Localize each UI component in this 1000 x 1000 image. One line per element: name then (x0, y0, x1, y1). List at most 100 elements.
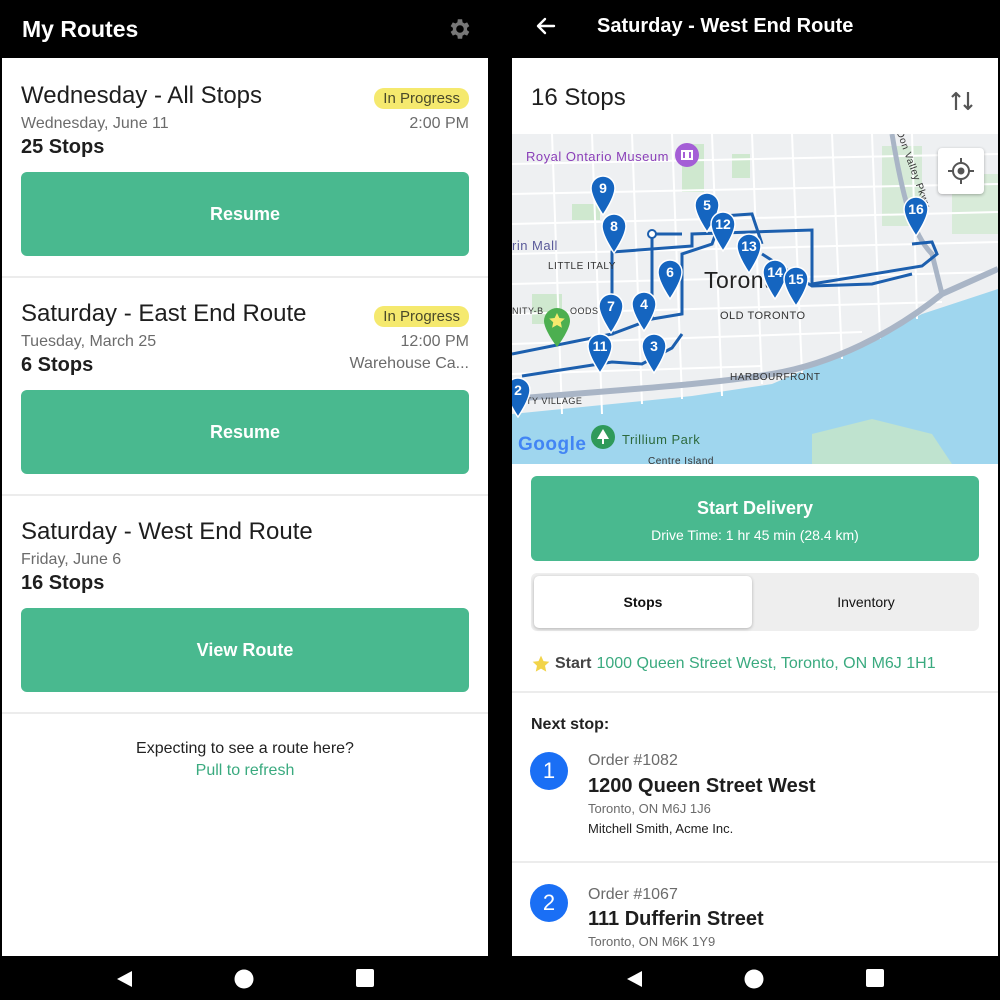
stop-number-badge: 2 (530, 884, 568, 922)
park-icon (591, 425, 615, 449)
map-pin[interactable]: 9 (589, 174, 617, 216)
map-pin-label: 6 (666, 264, 674, 280)
map-label: OLD TORONTO (720, 310, 806, 322)
start-delivery-button[interactable]: Start Delivery Drive Time: 1 hr 45 min (… (531, 476, 979, 561)
map-label: Trillium Park (622, 432, 701, 447)
app-root: My Routes Wednesday - All Stops In Progr… (0, 0, 1000, 1000)
map-pin-label: 2 (514, 382, 522, 398)
map-pin-label: 13 (741, 238, 757, 254)
stop-city: Toronto, ON M6K 1Y9 (588, 934, 716, 949)
route-card: Wednesday - All Stops In Progress Wednes… (2, 58, 488, 278)
nav-home-icon[interactable] (234, 969, 254, 989)
route-card: Saturday - West End Route Friday, June 6… (2, 496, 488, 714)
museum-icon (675, 143, 699, 167)
stop-order: Order #1082 (588, 752, 678, 769)
map-label: NITY-B (512, 306, 544, 316)
map-label: LITTLE ITALY (548, 261, 616, 272)
map-pin-label: 4 (640, 296, 648, 312)
map-graphic (512, 134, 998, 464)
stop-address: 111 Dufferin Street (588, 908, 764, 930)
view-route-button[interactable]: View Route (21, 608, 469, 692)
nav-recent-apps-icon[interactable] (356, 969, 374, 987)
divider (512, 861, 998, 863)
sort-icon[interactable] (950, 88, 974, 114)
map-label: Centre Island (648, 456, 714, 464)
route-stops-count: 16 Stops (21, 572, 105, 594)
map-pin[interactable]: 2 (512, 376, 532, 418)
map-pin[interactable]: 15 (782, 265, 810, 307)
stop-order: Order #1067 (588, 886, 678, 903)
map-pin[interactable]: 3 (640, 332, 668, 374)
route-name: Wednesday - All Stops (21, 82, 263, 109)
map-pin-label: 15 (788, 271, 804, 287)
star-icon (532, 655, 550, 672)
resume-button[interactable]: Resume (21, 172, 469, 256)
stop-list-item[interactable]: 1 Order #1082 1200 Queen Street West Tor… (512, 748, 998, 858)
nav-home-icon[interactable] (744, 969, 764, 989)
empty-note: Expecting to see a route here? (136, 740, 354, 757)
nav-back-icon[interactable] (624, 969, 644, 989)
start-label: Start (555, 655, 592, 672)
page-title: Saturday - West End Route (597, 15, 854, 37)
app-bar: Saturday - West End Route (512, 0, 998, 58)
crosshair-icon (948, 158, 974, 184)
route-time: 2:00 PM (409, 115, 469, 132)
resume-button[interactable]: Resume (21, 390, 469, 474)
pull-to-refresh-link[interactable]: Pull to refresh (2, 762, 488, 780)
tab-bar: Stops Inventory (531, 573, 979, 631)
next-stop-label: Next stop: (531, 716, 610, 733)
map-pin[interactable]: 8 (600, 212, 628, 254)
route-card: Saturday - East End Route In Progress Tu… (2, 278, 488, 496)
route-location: Warehouse Ca... (349, 355, 469, 372)
system-nav-bar (0, 956, 1000, 1000)
map-label: rin Mall (512, 238, 558, 253)
map-pin[interactable]: 11 (586, 332, 614, 374)
my-routes-screen: My Routes Wednesday - All Stops In Progr… (2, 0, 488, 956)
map-label: Royal Ontario Museum (526, 149, 669, 164)
drive-time-label: Drive Time: 1 hr 45 min (28.4 km) (651, 527, 859, 543)
page-title: My Routes (22, 15, 139, 42)
map-pin[interactable]: 12 (709, 210, 737, 252)
map-pin-label: 16 (908, 201, 924, 217)
map-pin[interactable]: 6 (656, 258, 684, 300)
tab-inventory[interactable]: Inventory (756, 576, 976, 628)
route-stops-count: 6 Stops (21, 354, 94, 376)
route-detail-screen: Saturday - West End Route 16 Stops Royal… (512, 0, 998, 956)
app-bar: My Routes (2, 0, 488, 58)
map-pin[interactable]: 4 (630, 290, 658, 332)
stop-customer: Mitchell Smith, Acme Inc. (588, 821, 734, 836)
nav-recent-apps-icon[interactable] (866, 969, 884, 987)
start-star-pin-icon (544, 308, 570, 347)
map-pin-label: 12 (715, 216, 731, 232)
start-address-link[interactable]: 1000 Queen Street West, Toronto, ON M6J … (596, 655, 935, 673)
stop-address: 1200 Queen Street West (588, 775, 816, 797)
map-pin[interactable]: 16 (902, 195, 930, 237)
back-arrow-icon[interactable] (534, 14, 558, 38)
route-date: Wednesday, June 11 (21, 115, 169, 132)
stop-city: Toronto, ON M6J 1J6 (588, 801, 711, 816)
map-pin-label: 9 (599, 180, 607, 196)
map-label: HARBOURFRONT (730, 372, 821, 383)
status-badge: In Progress (374, 306, 469, 327)
nav-back-icon[interactable] (114, 969, 134, 989)
route-map[interactable]: Royal Ontario Museum Toronto LITTLE ITAL… (512, 134, 998, 464)
map-pin-label: 8 (610, 218, 618, 234)
map-label: OODS (570, 306, 599, 316)
map-pin[interactable]: 7 (597, 292, 625, 334)
map-pin-label: 3 (650, 338, 658, 354)
tab-stops[interactable]: Stops (534, 576, 752, 628)
route-time: 12:00 PM (400, 333, 469, 350)
map-pin-label: 11 (592, 338, 608, 354)
map-pin[interactable]: 13 (735, 232, 763, 274)
google-logo: Google (518, 434, 587, 455)
my-location-button[interactable] (938, 148, 984, 194)
gear-icon[interactable] (446, 16, 472, 42)
stop-list-item[interactable]: 2 Order #1067 111 Dufferin Street Toront… (512, 880, 998, 956)
route-date: Friday, June 6 (21, 551, 122, 568)
start-location-row: Start 1000 Queen Street West, Toronto, O… (531, 654, 936, 674)
divider (512, 691, 998, 693)
route-date: Tuesday, March 25 (21, 333, 157, 350)
route-name: Saturday - West End Route (21, 518, 313, 545)
route-name: Saturday - East End Route (21, 300, 307, 327)
start-delivery-label: Start Delivery (696, 498, 814, 518)
